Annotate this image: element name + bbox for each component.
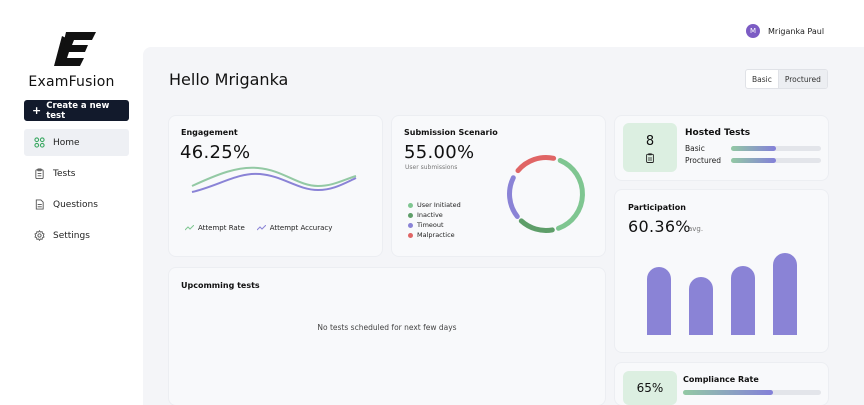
donut-timeout (507, 175, 520, 219)
compliance-title: Compliance Rate (683, 375, 759, 384)
submission-donut (507, 155, 585, 233)
submission-subtitle: User submissions (405, 164, 458, 171)
hosted-proctured-bar (731, 158, 821, 163)
user-name: Mriganka Paul (768, 26, 825, 36)
legend-timeout: Timeout (408, 221, 444, 229)
brand-name: ExamFusion (28, 74, 115, 90)
participation-bar-2 (689, 277, 713, 335)
legend-user-initiated: User Initiated (408, 201, 461, 209)
sidebar-item-label: Settings (53, 230, 90, 241)
hosted-basic-label: Basic (685, 144, 705, 153)
donut-malpractice (515, 155, 557, 174)
donut-user-initiated (556, 157, 585, 231)
mode-option-basic[interactable]: Basic (746, 70, 778, 88)
create-test-label: Create a new test (46, 100, 110, 121)
submission-value: 55.00% (404, 142, 475, 163)
participation-unit: avg. (688, 225, 704, 233)
donut-inactive (518, 218, 555, 233)
app-root: ExamFusion + Create a new test Home Test… (0, 0, 864, 405)
create-test-button[interactable]: + Create a new test (24, 100, 129, 121)
user-menu[interactable]: M Mriganka Paul (746, 24, 824, 38)
sidebar-item-settings[interactable]: Settings (24, 222, 129, 249)
trend-green-icon (185, 225, 194, 231)
engagement-chart (191, 166, 357, 193)
examfusion-logo-icon (54, 32, 96, 66)
compliance-value-box: 65% (623, 371, 677, 405)
sidebar-item-label: Home (53, 137, 80, 148)
participation-bar-1 (647, 267, 671, 335)
hosted-basic-bar (731, 146, 821, 151)
hosted-count: 8 (645, 134, 655, 149)
engagement-legend: Attempt Rate Attempt Accuracy (185, 224, 332, 232)
avatar: M (746, 24, 760, 38)
document-icon (35, 199, 44, 210)
plus-icon: + (32, 104, 42, 117)
gear-icon (34, 230, 45, 241)
bar-fill (731, 146, 776, 151)
engagement-title: Engagement (181, 128, 238, 137)
legend-dot (408, 202, 413, 208)
participation-value: 60.36% (628, 217, 691, 236)
hosted-proctured-label: Proctured (685, 156, 722, 165)
grid-icon (34, 137, 45, 148)
legend-label: Inactive (417, 211, 443, 219)
sidebar-item-label: Tests (53, 168, 76, 179)
sidebar-item-label: Questions (53, 199, 98, 210)
compliance-value: 65% (636, 381, 664, 395)
upcoming-empty-message: No tests scheduled for next few days (317, 323, 457, 332)
mode-option-proctured[interactable]: Proctured (777, 70, 827, 88)
legend-dot (408, 222, 413, 228)
hosted-count-box: 8 (623, 123, 677, 172)
clipboard-icon (646, 153, 654, 163)
legend-label: User Initiated (417, 201, 461, 209)
legend-dot (408, 212, 413, 218)
participation-bar-4 (773, 253, 797, 335)
participation-bar-3 (731, 266, 755, 335)
legend-attempt-accuracy: Attempt Accuracy (269, 224, 333, 232)
legend-label: Timeout (417, 221, 444, 229)
legend-label: Malpractice (417, 231, 455, 239)
legend-dot (408, 232, 413, 238)
participation-bars (647, 253, 797, 335)
bar-fill (731, 158, 776, 163)
sidebar-item-tests[interactable]: Tests (24, 160, 129, 187)
sidebar-item-home[interactable]: Home (24, 129, 129, 156)
compliance-bar (683, 390, 821, 395)
legend-inactive: Inactive (408, 211, 443, 219)
legend-attempt-rate: Attempt Rate (198, 224, 245, 232)
participation-title: Participation (628, 203, 686, 212)
trend-purple-icon (256, 225, 266, 231)
bar-fill (683, 390, 773, 395)
sidebar-item-questions[interactable]: Questions (24, 191, 129, 218)
mode-toggle: Basic Proctured (745, 69, 828, 89)
hosted-tests-title: Hosted Tests (685, 128, 751, 138)
clipboard-icon (35, 168, 44, 179)
upcoming-tests-title: Upcomming tests (181, 281, 260, 290)
attempt-accuracy-line (191, 172, 357, 193)
legend-malpractice: Malpractice (408, 231, 455, 239)
sidebar: ExamFusion + Create a new test Home Test… (0, 0, 143, 405)
submission-title: Submission Scenario (404, 128, 498, 137)
page-title: Hello Mriganka (169, 70, 289, 89)
